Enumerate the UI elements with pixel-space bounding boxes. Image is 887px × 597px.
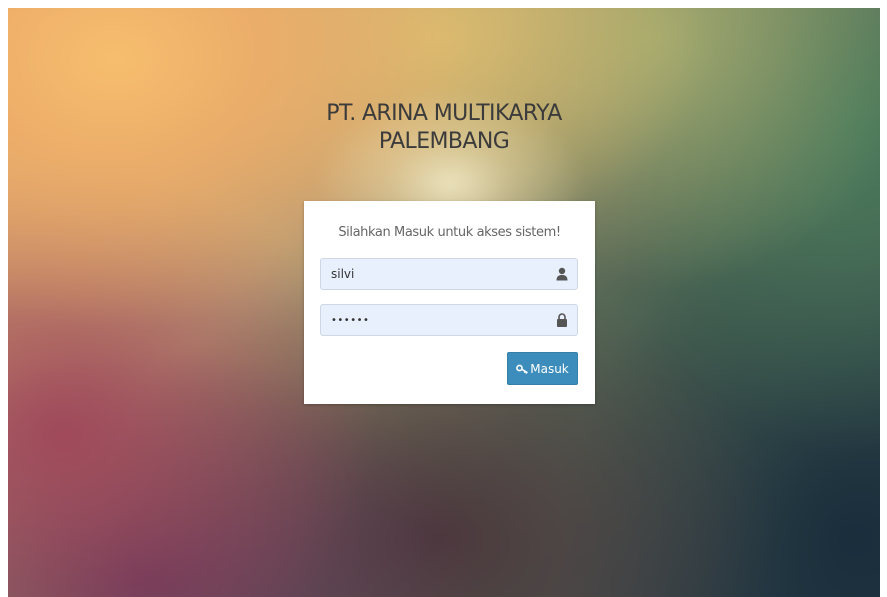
- login-page: PT. ARINA MULTIKARYA PALEMBANG Silahkan …: [8, 8, 880, 597]
- user-icon: [556, 267, 568, 281]
- password-field-wrapper: [320, 304, 578, 336]
- masuk-button-label: Masuk: [530, 361, 569, 376]
- lock-icon: [557, 313, 567, 327]
- company-name: PT. ARINA MULTIKARYA: [326, 101, 562, 126]
- company-city: PALEMBANG: [378, 129, 510, 154]
- login-panel: Silahkan Masuk untuk akses sistem! Masuk: [304, 201, 595, 404]
- username-input[interactable]: [321, 259, 551, 289]
- username-field-wrapper: [320, 258, 578, 290]
- key-icon: [516, 364, 529, 374]
- company-title: PT. ARINA MULTIKARYA PALEMBANG: [8, 100, 880, 156]
- masuk-button[interactable]: Masuk: [507, 352, 578, 385]
- password-input[interactable]: [321, 305, 551, 335]
- login-message: Silahkan Masuk untuk akses sistem!: [338, 225, 561, 240]
